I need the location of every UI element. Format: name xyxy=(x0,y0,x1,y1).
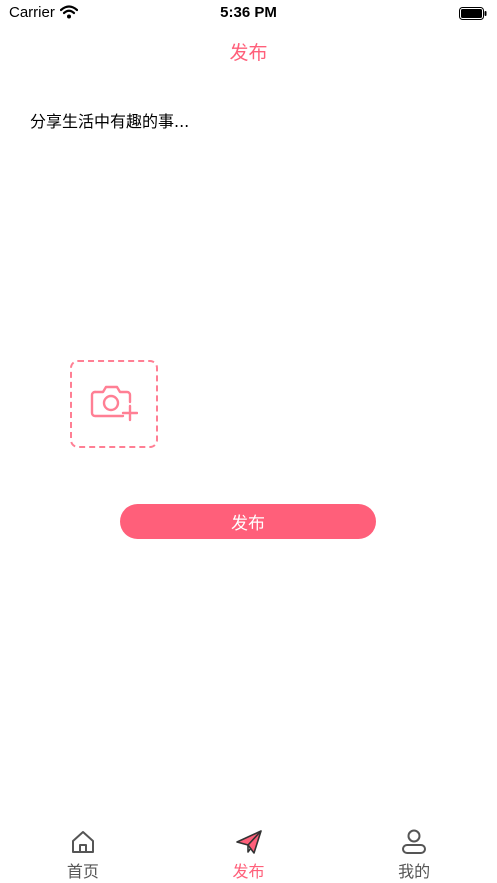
page-title: 发布 xyxy=(229,42,268,64)
post-content-input[interactable] xyxy=(30,108,467,318)
status-bar: Carrier 5:36 PM xyxy=(0,0,497,26)
home-icon xyxy=(70,828,96,856)
user-icon xyxy=(401,828,427,856)
status-time: 5:36 PM xyxy=(220,4,277,21)
tab-bar: 首页 发布 我的 xyxy=(0,818,497,883)
tab-home-label: 首页 xyxy=(66,862,99,881)
battery-icon xyxy=(459,5,487,24)
tab-publish-label: 发布 xyxy=(232,862,265,881)
tab-profile[interactable]: 我的 xyxy=(331,818,497,883)
add-photo-button[interactable] xyxy=(70,360,158,448)
paper-plane-icon xyxy=(235,828,263,856)
publish-button[interactable]: 发布 xyxy=(120,504,376,539)
tab-home[interactable]: 首页 xyxy=(0,818,166,883)
camera-add-icon xyxy=(90,382,139,426)
tab-profile-label: 我的 xyxy=(398,862,431,881)
tab-publish[interactable]: 发布 xyxy=(166,818,332,883)
